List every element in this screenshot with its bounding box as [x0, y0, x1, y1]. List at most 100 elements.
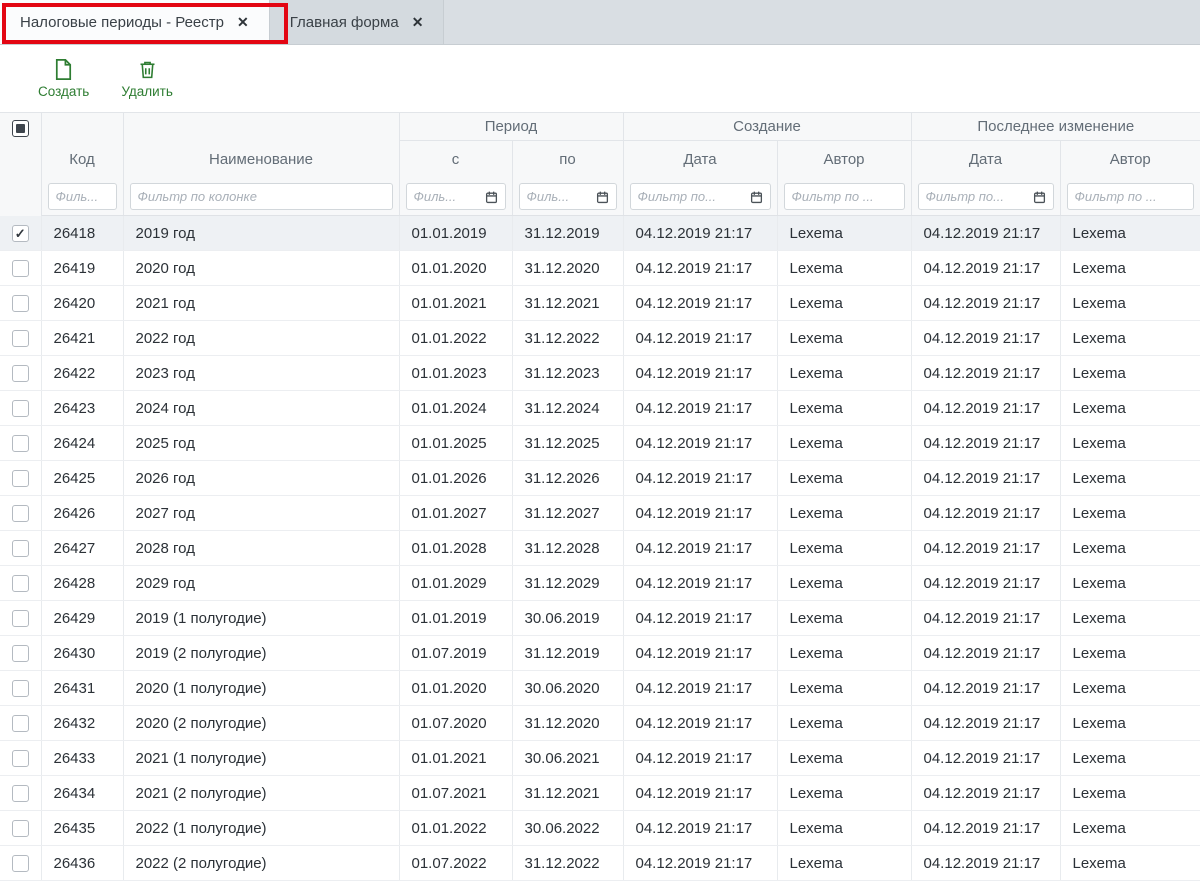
delete-button[interactable]: Удалить: [119, 56, 175, 101]
column-filter-input[interactable]: [130, 183, 393, 210]
row-checkbox[interactable]: ✓: [12, 820, 29, 837]
row-checkbox-cell: ✓: [0, 636, 41, 671]
select-all-checkbox[interactable]: [12, 120, 29, 137]
cell-code: 26425: [41, 461, 123, 496]
cell-created-date: 04.12.2019 21:17: [623, 251, 777, 286]
tab-close-icon[interactable]: ✕: [237, 15, 249, 29]
row-checkbox[interactable]: ✓: [12, 295, 29, 312]
table-row[interactable]: ✓ 26431 2020 (1 полугодие) 01.01.2020 30…: [0, 671, 1200, 706]
cell-created-author: Lexema: [777, 461, 911, 496]
row-checkbox[interactable]: ✓: [12, 715, 29, 732]
row-checkbox[interactable]: ✓: [12, 435, 29, 452]
row-checkbox-cell: ✓: [0, 741, 41, 776]
cell-period-to: 31.12.2026: [512, 461, 623, 496]
column-filter-input[interactable]: [1067, 183, 1195, 210]
column-header-modified-date[interactable]: Дата: [911, 141, 1060, 179]
row-checkbox[interactable]: ✓: [12, 260, 29, 277]
column-header-created-author[interactable]: Автор: [777, 141, 911, 179]
table-row[interactable]: ✓ 26426 2027 год 01.01.2027 31.12.2027 0…: [0, 496, 1200, 531]
cell-created-author: Lexema: [777, 531, 911, 566]
calendar-icon[interactable]: [750, 190, 763, 203]
cell-period-from: 01.01.2019: [399, 216, 512, 251]
table-row[interactable]: ✓ 26420 2021 год 01.01.2021 31.12.2021 0…: [0, 286, 1200, 321]
table-row[interactable]: ✓ 26436 2022 (2 полугодие) 01.07.2022 31…: [0, 846, 1200, 881]
cell-period-to: 31.12.2025: [512, 426, 623, 461]
cell-period-to: 31.12.2019: [512, 636, 623, 671]
cell-code: 26420: [41, 286, 123, 321]
row-checkbox[interactable]: ✓: [12, 645, 29, 662]
table-row[interactable]: ✓ 26428 2029 год 01.01.2029 31.12.2029 0…: [0, 566, 1200, 601]
calendar-icon[interactable]: [596, 190, 609, 203]
cell-created-date: 04.12.2019 21:17: [623, 356, 777, 391]
cell-created-author: Lexema: [777, 426, 911, 461]
table-row[interactable]: ✓ 26423 2024 год 01.01.2024 31.12.2024 0…: [0, 391, 1200, 426]
row-checkbox[interactable]: ✓: [12, 855, 29, 872]
column-filter-input[interactable]: [784, 183, 905, 210]
table-row[interactable]: ✓ 26432 2020 (2 полугодие) 01.07.2020 31…: [0, 706, 1200, 741]
cell-name: 2022 год: [123, 321, 399, 356]
cell-period-to: 30.06.2019: [512, 601, 623, 636]
row-checkbox[interactable]: ✓: [12, 225, 29, 242]
row-checkbox-cell: ✓: [0, 216, 41, 251]
calendar-icon[interactable]: [485, 190, 498, 203]
cell-period-from: 01.01.2021: [399, 741, 512, 776]
cell-code: 26423: [41, 391, 123, 426]
table-row[interactable]: ✓ 26421 2022 год 01.01.2022 31.12.2022 0…: [0, 321, 1200, 356]
table-row[interactable]: ✓ 26435 2022 (1 полугодие) 01.01.2022 30…: [0, 811, 1200, 846]
form-tab[interactable]: Налоговые периоды - Реестр ✕: [0, 0, 270, 44]
row-checkbox[interactable]: ✓: [12, 680, 29, 697]
cell-period-from: 01.01.2021: [399, 286, 512, 321]
row-checkbox[interactable]: ✓: [12, 575, 29, 592]
row-checkbox[interactable]: ✓: [12, 540, 29, 557]
cell-created-date: 04.12.2019 21:17: [623, 391, 777, 426]
cell-period-from: 01.01.2022: [399, 321, 512, 356]
row-checkbox[interactable]: ✓: [12, 785, 29, 802]
column-header-period-to[interactable]: по: [512, 141, 623, 179]
table-row[interactable]: ✓ 26419 2020 год 01.01.2020 31.12.2020 0…: [0, 251, 1200, 286]
row-checkbox[interactable]: ✓: [12, 400, 29, 417]
row-checkbox-cell: ✓: [0, 496, 41, 531]
row-checkbox[interactable]: ✓: [12, 470, 29, 487]
cell-created-author: Lexema: [777, 776, 911, 811]
row-checkbox[interactable]: ✓: [12, 610, 29, 627]
tab-close-icon[interactable]: ✕: [412, 15, 424, 29]
create-button[interactable]: Создать: [36, 56, 91, 101]
create-button-label: Создать: [38, 84, 89, 99]
column-header-period-from[interactable]: с: [399, 141, 512, 179]
cell-period-from: 01.01.2024: [399, 391, 512, 426]
column-header-created-date[interactable]: Дата: [623, 141, 777, 179]
form-tab[interactable]: Главная форма ✕: [270, 0, 445, 44]
row-checkbox-cell: ✓: [0, 461, 41, 496]
calendar-icon[interactable]: [1033, 190, 1046, 203]
cell-modified-date: 04.12.2019 21:17: [911, 601, 1060, 636]
table-row[interactable]: ✓ 26425 2026 год 01.01.2026 31.12.2026 0…: [0, 461, 1200, 496]
table-row[interactable]: ✓ 26434 2021 (2 полугодие) 01.07.2021 31…: [0, 776, 1200, 811]
cell-modified-date: 04.12.2019 21:17: [911, 706, 1060, 741]
cell-modified-date: 04.12.2019 21:17: [911, 356, 1060, 391]
cell-created-author: Lexema: [777, 636, 911, 671]
table-row[interactable]: ✓ 26427 2028 год 01.01.2028 31.12.2028 0…: [0, 531, 1200, 566]
table-row[interactable]: ✓ 26430 2019 (2 полугодие) 01.07.2019 31…: [0, 636, 1200, 671]
row-checkbox-cell: ✓: [0, 391, 41, 426]
cell-created-author: Lexema: [777, 706, 911, 741]
row-checkbox[interactable]: ✓: [12, 505, 29, 522]
table-row[interactable]: ✓ 26422 2023 год 01.01.2023 31.12.2023 0…: [0, 356, 1200, 391]
column-filter-input[interactable]: [48, 183, 117, 210]
table-row[interactable]: ✓ 26424 2025 год 01.01.2025 31.12.2025 0…: [0, 426, 1200, 461]
column-header-name[interactable]: Наименование: [123, 113, 399, 179]
column-header-modified-author[interactable]: Автор: [1060, 141, 1200, 179]
row-checkbox-cell: ✓: [0, 671, 41, 706]
row-checkbox-cell: ✓: [0, 426, 41, 461]
column-header-code[interactable]: Код: [41, 113, 123, 179]
table-row[interactable]: ✓ 26429 2019 (1 полугодие) 01.01.2019 30…: [0, 601, 1200, 636]
cell-code: 26430: [41, 636, 123, 671]
table-row[interactable]: ✓ 26433 2021 (1 полугодие) 01.01.2021 30…: [0, 741, 1200, 776]
filter-cell: [123, 179, 399, 216]
row-checkbox[interactable]: ✓: [12, 750, 29, 767]
cell-created-author: Lexema: [777, 811, 911, 846]
cell-modified-date: 04.12.2019 21:17: [911, 811, 1060, 846]
row-checkbox[interactable]: ✓: [12, 365, 29, 382]
table-row[interactable]: ✓ 26418 2019 год 01.01.2019 31.12.2019 0…: [0, 216, 1200, 251]
tab-label: Главная форма: [290, 14, 399, 31]
row-checkbox[interactable]: ✓: [12, 330, 29, 347]
